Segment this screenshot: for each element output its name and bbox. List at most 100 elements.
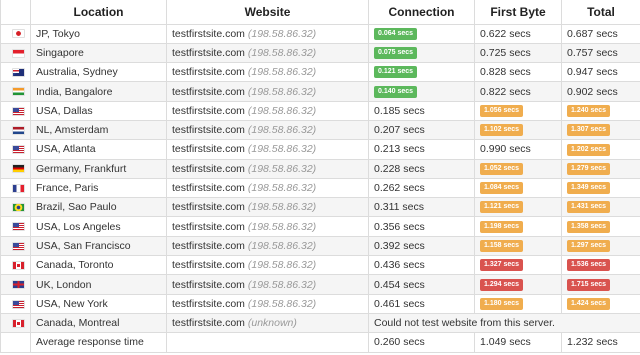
first-byte-badge: 1.084 secs — [480, 182, 524, 195]
website-ip: (198.58.86.32) — [247, 66, 317, 79]
header-connection: Connection — [368, 0, 475, 25]
total-cell: 1.715 secs — [561, 274, 640, 295]
website-cell: testfirstsite.com (198.58.86.32) — [166, 293, 369, 314]
location-cell: India, Bangalore — [30, 81, 167, 102]
website-cell: testfirstsite.com (198.58.86.32) — [166, 255, 369, 276]
website-host: testfirstsite.com — [172, 104, 245, 117]
website-host: testfirstsite.com — [172, 124, 245, 137]
total-value: 0.687 secs — [567, 27, 618, 40]
website-cell: testfirstsite.com (198.58.86.32) — [166, 177, 369, 199]
table-row: Australia, Sydney testfirstsite.com (198.… — [0, 62, 640, 83]
location-name: Canada, Montreal — [36, 317, 120, 330]
average-connection-value: 0.260 secs — [374, 336, 425, 349]
first-byte-badge: 1.102 secs — [480, 124, 524, 137]
connection-cell: 0.121 secs — [368, 62, 475, 83]
connection-cell: 0.064 secs — [368, 23, 475, 44]
average-first-byte-cell: 1.049 secs — [474, 332, 562, 353]
first-byte-cell: 0.725 secs — [474, 42, 562, 64]
website-ip: (198.58.86.32) — [247, 104, 317, 117]
first-byte-value: 0.725 secs — [480, 46, 531, 59]
location-cell: Canada, Toronto — [30, 255, 167, 276]
usa-flag-icon — [11, 145, 25, 155]
location-name: Brazil, Sao Paulo — [36, 201, 117, 214]
usa-flag-icon — [11, 299, 25, 309]
total-badge: 1.431 secs — [567, 201, 611, 214]
location-name: USA, Dallas — [36, 104, 93, 117]
total-cell: 1.424 secs — [561, 293, 640, 314]
connection-cell: 0.140 secs — [368, 81, 475, 102]
uk-flag-icon — [11, 280, 25, 290]
first-byte-value: 0.622 secs — [480, 27, 531, 40]
total-cell: 1.279 secs — [561, 158, 640, 179]
website-cell: testfirstsite.com (198.58.86.32) — [166, 139, 369, 160]
error-message-cell: Could not test website from this server. — [368, 312, 640, 334]
website-host: testfirstsite.com — [172, 297, 245, 310]
table-row: Singapore testfirstsite.com (198.58.86.32… — [0, 42, 640, 64]
total-cell: 1.297 secs — [561, 235, 640, 257]
connection-value: 0.207 secs — [374, 124, 425, 137]
flag-cell — [0, 81, 31, 102]
connection-cell: 0.356 secs — [368, 216, 475, 237]
location-name: India, Bangalore — [36, 85, 113, 98]
website-ip: (198.58.86.32) — [247, 27, 317, 40]
website-ip: (198.58.86.32) — [247, 182, 317, 195]
flag-cell — [0, 42, 31, 64]
location-name: JP, Tokyo — [36, 27, 80, 40]
website-ip: (198.58.86.32) — [247, 46, 317, 59]
total-value: 0.947 secs — [567, 66, 618, 79]
first-byte-cell: 0.822 secs — [474, 81, 562, 102]
connection-cell: 0.461 secs — [368, 293, 475, 314]
location-cell: USA, Dallas — [30, 100, 167, 121]
website-cell: testfirstsite.com (198.58.86.32) — [166, 216, 369, 237]
connection-value: 0.392 secs — [374, 239, 425, 252]
table-row: USA, Dallas testfirstsite.com (198.58.86.… — [0, 100, 640, 121]
location-cell: USA, New York — [30, 293, 167, 314]
first-byte-badge: 1.327 secs — [480, 259, 524, 272]
average-flag-cell — [0, 332, 31, 353]
australia-flag-icon — [11, 67, 25, 77]
total-cell: 0.757 secs — [561, 42, 640, 64]
table-row: Germany, Frankfurt testfirstsite.com (198… — [0, 158, 640, 179]
total-badge: 1.349 secs — [567, 182, 611, 195]
total-badge: 1.307 secs — [567, 124, 611, 137]
first-byte-badge: 1.180 secs — [480, 297, 524, 310]
connection-cell: 0.207 secs — [368, 119, 475, 141]
connection-value: 0.436 secs — [374, 259, 425, 272]
website-host: testfirstsite.com — [172, 85, 245, 98]
website-cell: testfirstsite.com (198.58.86.32) — [166, 81, 369, 102]
location-cell: JP, Tokyo — [30, 23, 167, 44]
location-name: UK, London — [36, 278, 92, 291]
table-body: JP, Tokyo testfirstsite.com (198.58.86.32… — [0, 23, 640, 353]
total-badge: 1.297 secs — [567, 240, 611, 253]
website-ip: (198.58.86.32) — [247, 220, 317, 233]
location-cell: Canada, Montreal — [30, 312, 167, 334]
website-ip: (198.58.86.32) — [247, 124, 317, 137]
website-ip: (unknown) — [247, 317, 297, 330]
canada-flag-icon — [11, 260, 25, 270]
connection-badge: 0.075 secs — [374, 47, 418, 60]
first-byte-cell: 1.084 secs — [474, 177, 562, 199]
website-host: testfirstsite.com — [172, 201, 245, 214]
location-name: Singapore — [36, 46, 84, 59]
website-cell: testfirstsite.com (198.58.86.32) — [166, 197, 369, 218]
website-ip: (198.58.86.32) — [247, 259, 317, 272]
error-message: Could not test website from this server. — [374, 317, 555, 330]
connection-value: 0.228 secs — [374, 162, 425, 175]
total-cell: 1.358 secs — [561, 216, 640, 237]
table-row: Canada, Montreal testfirstsite.com (unkno… — [0, 312, 640, 334]
flag-cell — [0, 197, 31, 218]
location-name: France, Paris — [36, 182, 99, 195]
first-byte-cell: 1.056 secs — [474, 100, 562, 121]
first-byte-badge: 1.056 secs — [480, 104, 524, 117]
website-cell: testfirstsite.com (198.58.86.32) — [166, 42, 369, 64]
first-byte-cell: 1.294 secs — [474, 274, 562, 295]
connection-cell: 0.228 secs — [368, 158, 475, 179]
flag-cell — [0, 312, 31, 334]
website-host: testfirstsite.com — [172, 220, 245, 233]
website-ip: (198.58.86.32) — [247, 143, 317, 156]
header-first-byte: First Byte — [474, 0, 562, 25]
germany-flag-icon — [11, 164, 25, 174]
website-host: testfirstsite.com — [172, 27, 245, 40]
average-label-cell: Average response time — [30, 332, 167, 353]
website-ip: (198.58.86.32) — [247, 297, 317, 310]
